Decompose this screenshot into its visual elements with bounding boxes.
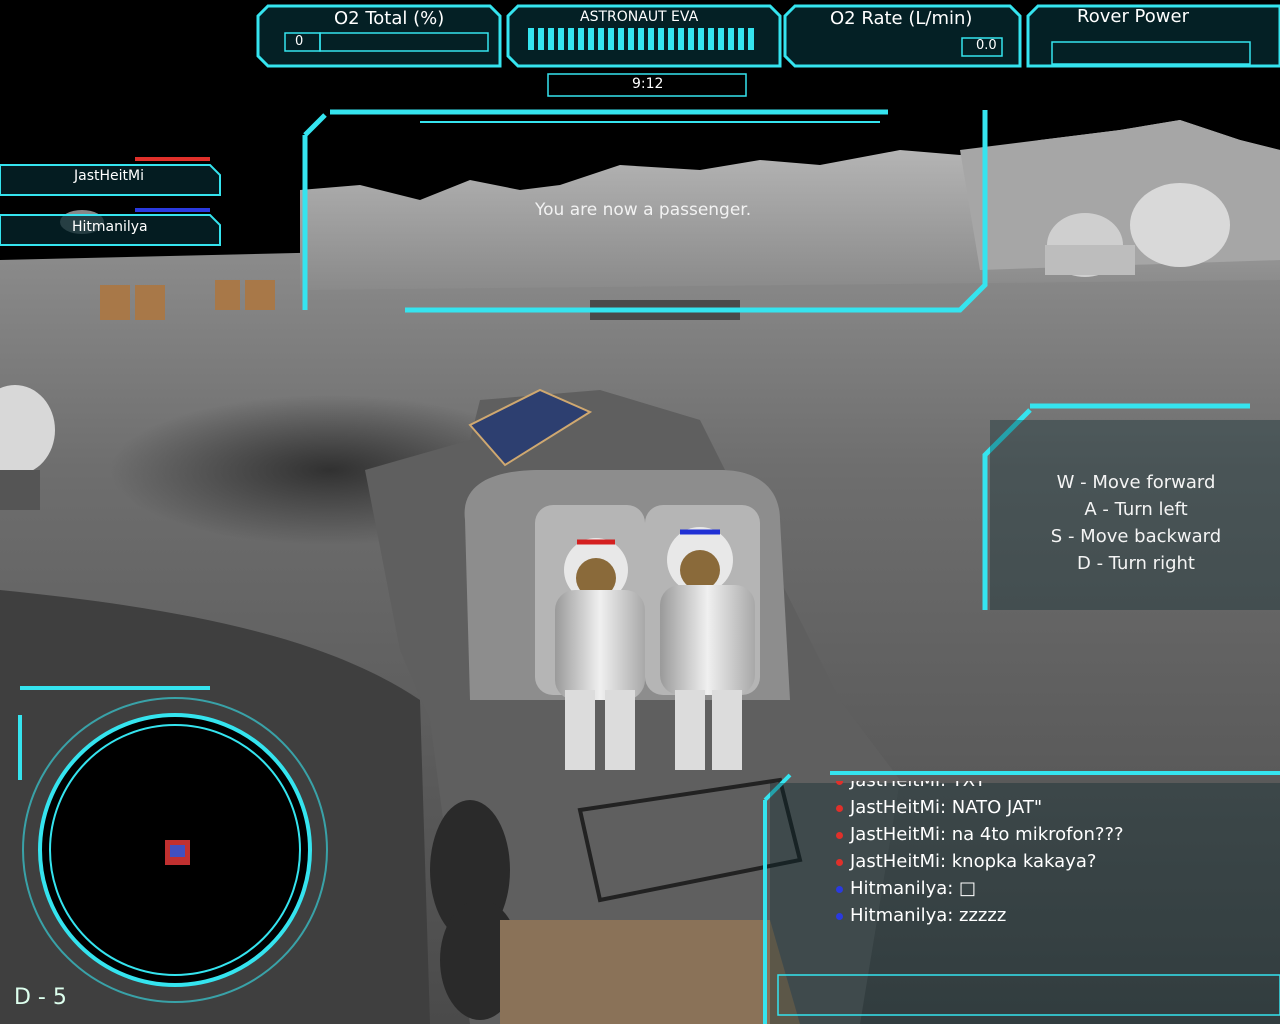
control-hint: D - Turn right	[1077, 553, 1195, 574]
o2-total-label: O2 Total (%)	[334, 8, 445, 29]
chat-message: Hitmanilya: zzzzz	[836, 902, 1276, 929]
chat-input[interactable]	[778, 975, 1278, 1015]
player-dot-icon	[836, 831, 843, 839]
player-name: JastHeitMi	[74, 168, 144, 184]
eva-timer: 9:12	[632, 76, 664, 92]
player-name: Hitmanilya	[72, 219, 148, 235]
grid-label: D - 5	[14, 985, 67, 1010]
chat-message: Hitmanilya: □	[836, 875, 1276, 902]
chat-message: JastHeitMi: NATO JAT"	[836, 794, 1276, 821]
rover-power-label: Rover Power	[1077, 6, 1189, 27]
control-hint: W - Move forward	[1056, 472, 1216, 493]
control-hint: A - Turn left	[1084, 499, 1188, 520]
player-dot-icon	[836, 885, 843, 893]
player-dot-icon	[836, 912, 843, 920]
chat-message: JastHeitMi: TXT	[836, 781, 1276, 794]
chat-log: JastHeitMi: TXT JastHeitMi: NATO JAT" Ja…	[836, 781, 1276, 951]
o2-rate-value: 0.0	[976, 38, 997, 53]
player-dot-icon	[836, 804, 843, 812]
eva-label: ASTRONAUT EVA	[580, 9, 699, 25]
o2-total-value: 0	[295, 34, 304, 49]
control-hint: S - Move backward	[1050, 526, 1222, 547]
status-message: You are now a passenger.	[535, 200, 752, 220]
chat-message: JastHeitMi: na 4to mikrofon???	[836, 821, 1276, 848]
player-dot-icon	[836, 781, 843, 785]
chat-message: JastHeitMi: knopka kakaya?	[836, 848, 1276, 875]
minimap[interactable]	[40, 715, 310, 985]
player-dot-icon	[836, 858, 843, 866]
controls-help: W - Move forward A - Turn left S - Move …	[1016, 469, 1256, 577]
o2-rate-label: O2 Rate (L/min)	[830, 8, 973, 29]
